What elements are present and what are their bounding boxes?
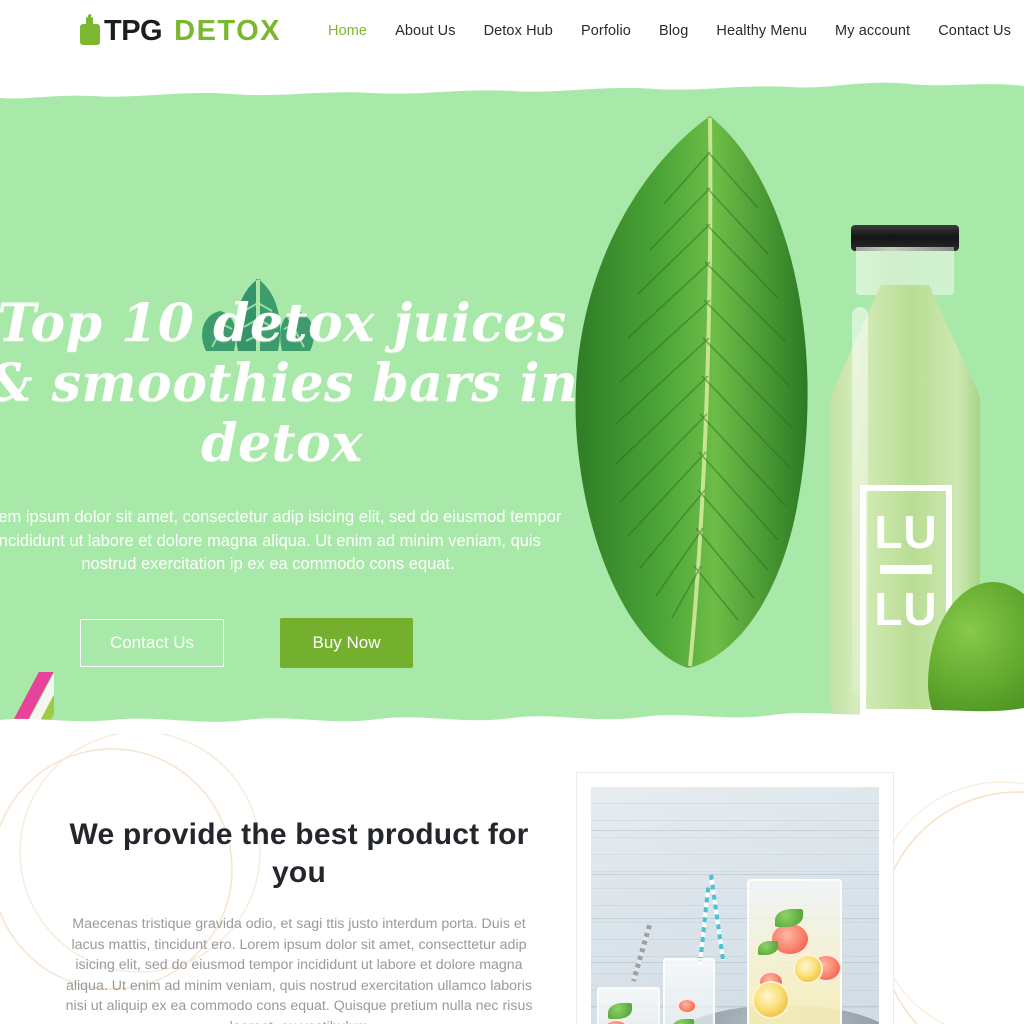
hero-subtitle: Lorem ipsum dolor sit amet, consectetur … <box>0 508 562 573</box>
hero-title: Top 10 detox juices & smoothies bars in … <box>0 293 579 474</box>
logo-text-secondary: DETOX <box>174 14 282 47</box>
nav-item-blog[interactable]: Blog <box>645 23 702 39</box>
landing-page: TPG DETOX Home About Us Detox Hub Porfol… <box>0 0 1024 1024</box>
section-body: Maecenas tristique gravida odio, et sagi… <box>65 916 533 1024</box>
hero-section: LU LU Top 10 detox juices & smoothies ba… <box>0 72 1024 734</box>
nav-item-porfolio[interactable]: Porfolio <box>567 23 645 39</box>
nav-item-healthy-menu[interactable]: Healthy Menu <box>702 23 821 39</box>
hero-cta-group: Contact Us Buy Now <box>80 618 413 668</box>
site-logo[interactable]: TPG DETOX <box>80 13 282 47</box>
logo-text-primary: TPG <box>104 14 163 47</box>
product-intro-section: We provide the best product for you Maec… <box>0 734 1024 1024</box>
bottle-label-divider <box>880 565 932 574</box>
middle-glass <box>663 957 715 1024</box>
bottle-label-line-2: LU <box>874 583 938 635</box>
banana-leaf-icon <box>575 116 808 668</box>
nav-item-about-us[interactable]: About Us <box>381 23 469 39</box>
nav-item-home[interactable]: Home <box>314 23 381 39</box>
intro-text-block: We provide the best product for you Maec… <box>64 816 534 1024</box>
nav-item-detox-hub[interactable]: Detox Hub <box>470 23 567 39</box>
bottle-label-line-1: LU <box>874 506 938 558</box>
main-navigation: Home About Us Detox Hub Porfolio Blog He… <box>314 23 1024 39</box>
heart-decoration-icon <box>29 725 75 734</box>
section-title: We provide the best product for you <box>69 818 529 889</box>
nav-item-contact-us[interactable]: Contact Us <box>924 23 1024 39</box>
site-header: TPG DETOX Home About Us Detox Hub Porfol… <box>0 0 1024 62</box>
nav-item-my-account[interactable]: My account <box>821 23 924 39</box>
detox-drinks-photo <box>591 787 879 1024</box>
contact-us-button[interactable]: Contact Us <box>80 619 224 667</box>
buy-now-button[interactable]: Buy Now <box>280 618 413 668</box>
bottle-icon <box>80 13 100 45</box>
product-image-card[interactable] <box>576 772 894 1024</box>
